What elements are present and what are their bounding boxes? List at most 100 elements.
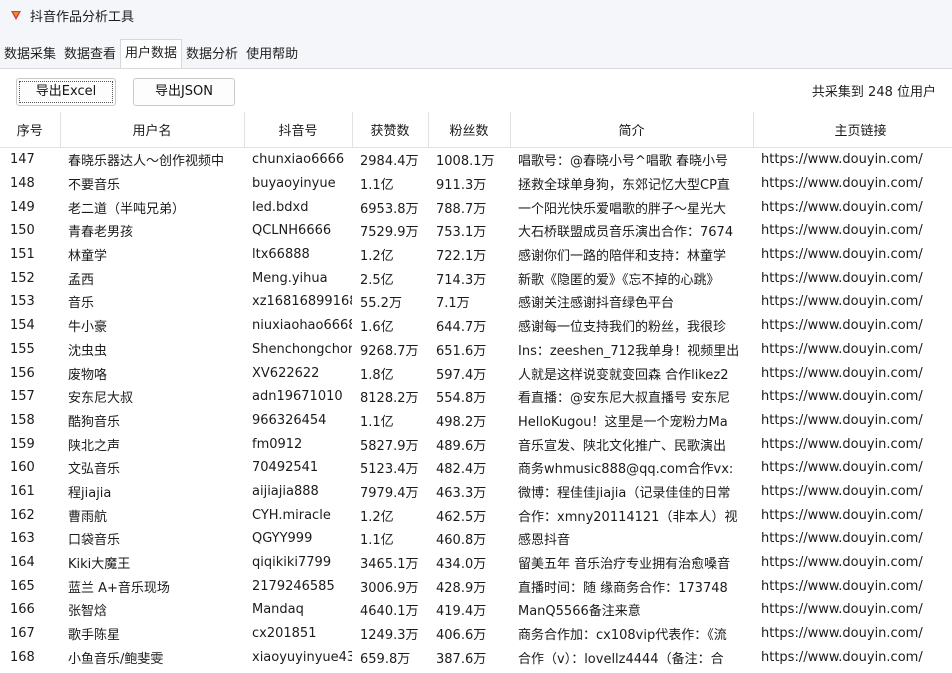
table-row[interactable]: 157 安东尼大叔 adn19671010 8128.2万 554.8万 看直播：@安东尼… xyxy=(0,385,952,409)
cell-username: 孟西 xyxy=(68,272,95,288)
cell-likes: 1.1亿 xyxy=(360,533,394,549)
table-row[interactable]: 161 程jiajia aijiajia888 7979.4万 463.3万 微博：程佳佳… xyxy=(0,480,952,504)
tab-user-data[interactable]: 用户数据 xyxy=(120,39,183,68)
cell-seq: 148 xyxy=(10,176,35,192)
table-row[interactable]: 166 张智焓 Mandaq 4640.1万 419.4万 ManQ5566备注来意 htt… xyxy=(0,598,952,622)
cell-douyin-id: led.bdxd xyxy=(252,199,309,215)
user-table-container[interactable]: 序号 用户名 抖音号 获赞数 粉丝数 简介 主页链接 147 春晓乐器达人～创作视… xyxy=(0,112,952,673)
cell-douyin-id: buyaoyinyue xyxy=(252,176,336,192)
cell-username: 酷狗音乐 xyxy=(68,414,121,430)
export-json-button[interactable]: 导出JSON xyxy=(133,78,235,106)
cell-homepage: https://www.douyin.com/ xyxy=(761,578,923,594)
cell-bio: 人就是这样说变就变回森 合作likez2 xyxy=(518,367,729,383)
title-bar: 抖音作品分析工具 xyxy=(0,0,952,30)
cell-douyin-id: CYH.miracle xyxy=(252,507,331,523)
cell-homepage: https://www.douyin.com/ xyxy=(761,199,923,215)
tab-data-view[interactable]: 数据查看 xyxy=(60,42,120,68)
cell-username: 程jiajia xyxy=(68,485,112,501)
export-excel-button[interactable]: 导出Excel xyxy=(16,78,116,106)
header-likes[interactable]: 获赞数 xyxy=(352,112,429,148)
cell-bio: 看直播：@安东尼大叔直播号 安东尼 xyxy=(518,391,731,407)
header-douyin-id[interactable]: 抖音号 xyxy=(244,112,353,148)
table-row[interactable]: 155 沈虫虫 Shenchongchon 9268.7万 651.6万 Ins：zees… xyxy=(0,338,952,362)
cell-followers: 7.1万 xyxy=(436,296,470,312)
tab-data-collection[interactable]: 数据采集 xyxy=(0,42,60,68)
cell-followers: 722.1万 xyxy=(436,249,487,265)
cell-bio: ManQ5566备注来意 xyxy=(518,604,641,620)
cell-username: 张智焓 xyxy=(68,604,108,620)
cell-seq: 157 xyxy=(10,389,35,405)
cell-seq: 151 xyxy=(10,247,35,263)
cell-bio: 感谢关注感谢抖音绿色平台 xyxy=(518,296,675,312)
cell-homepage: https://www.douyin.com/ xyxy=(761,626,923,642)
tab-help[interactable]: 使用帮助 xyxy=(242,42,302,68)
cell-followers: 419.4万 xyxy=(436,604,487,620)
table-row[interactable]: 163 口袋音乐 QGYY999 1.1亿 460.8万 感恩抖音 https://www.… xyxy=(0,527,952,551)
cell-bio: 一个阳光快乐爱唱歌的胖子～星光大 xyxy=(518,201,727,217)
cell-homepage: https://www.douyin.com/ xyxy=(761,531,923,547)
table-row[interactable]: 154 牛小豪 niuxiaohao6668 1.6亿 644.7万 感谢每一位支持我们的… xyxy=(0,314,952,338)
table-row[interactable]: 152 孟西 Meng.yihua 2.5亿 714.3万 新歌《隐匿的爱》《忘不掉的心跳… xyxy=(0,266,952,290)
cell-username: 林童学 xyxy=(68,249,108,265)
header-bio[interactable]: 简介 xyxy=(510,112,754,148)
cell-followers: 911.3万 xyxy=(436,178,487,194)
cell-homepage: https://www.douyin.com/ xyxy=(761,649,923,665)
cell-followers: 482.4万 xyxy=(436,462,487,478)
cell-likes: 2984.4万 xyxy=(360,154,419,170)
cell-homepage: https://www.douyin.com/ xyxy=(761,555,923,571)
table-row[interactable]: 149 老二道（半吨兄弟） led.bdxd 6953.8万 788.7万 一个阳光快乐爱… xyxy=(0,195,952,219)
cell-bio: 感谢你们一路的陪伴和支持：林童学 xyxy=(518,249,727,265)
cell-likes: 7529.9万 xyxy=(360,225,419,241)
cell-username: 老二道（半吨兄弟） xyxy=(68,201,186,217)
table-row[interactable]: 151 林童学 ltx66888 1.2亿 722.1万 感谢你们一路的陪伴和支持：林童学… xyxy=(0,243,952,267)
cell-bio: 拯救全球单身狗，东郊记忆大型CP直 xyxy=(518,178,730,194)
table-row[interactable]: 160 文弘音乐 70492541 5123.4万 482.4万 商务whmusic888… xyxy=(0,456,952,480)
cell-seq: 164 xyxy=(10,555,35,571)
header-followers[interactable]: 粉丝数 xyxy=(428,112,511,148)
cell-seq: 167 xyxy=(10,626,35,642)
cell-likes: 9268.7万 xyxy=(360,343,419,359)
cell-likes: 1.2亿 xyxy=(360,249,394,265)
cell-username: 蓝兰 A+音乐现场 xyxy=(68,580,170,596)
cell-douyin-id: QGYY999 xyxy=(252,531,313,547)
table-row[interactable]: 156 废物咯 XV622622 1.8亿 597.4万 人就是这样说变就变回森 合作li… xyxy=(0,361,952,385)
window-title: 抖音作品分析工具 xyxy=(30,9,135,25)
cell-seq: 152 xyxy=(10,270,35,286)
cell-seq: 149 xyxy=(10,199,35,215)
cell-seq: 158 xyxy=(10,412,35,428)
cell-likes: 1.1亿 xyxy=(360,414,394,430)
tab-data-analysis[interactable]: 数据分析 xyxy=(182,42,242,68)
cell-bio: 感恩抖音 xyxy=(518,533,571,549)
table-row[interactable]: 150 青春老男孩 QCLNH6666 7529.9万 753.1万 大石桥联盟成员音乐演… xyxy=(0,219,952,243)
cell-username: 春晓乐器达人～创作视频中 xyxy=(68,154,225,170)
cell-username: 曹雨航 xyxy=(68,509,108,525)
table-row[interactable]: 162 曹雨航 CYH.miracle 1.2亿 462.5万 合作：xmny201141… xyxy=(0,503,952,527)
cell-followers: 788.7万 xyxy=(436,201,487,217)
header-seq[interactable]: 序号 xyxy=(0,112,61,148)
cell-douyin-id: aijiajia888 xyxy=(252,483,319,499)
cell-username: 口袋音乐 xyxy=(68,533,121,549)
table-row[interactable]: 165 蓝兰 A+音乐现场 2179246585 3006.9万 428.9万 直播时间：… xyxy=(0,574,952,598)
table-row[interactable]: 153 音乐 xz16816899168 55.2万 7.1万 感谢关注感谢抖音绿色平台 h… xyxy=(0,290,952,314)
table-row[interactable]: 158 酷狗音乐 966326454 1.1亿 498.2万 HelloKugou！这里是… xyxy=(0,409,952,433)
cell-homepage: https://www.douyin.com/ xyxy=(761,460,923,476)
cell-likes: 7979.4万 xyxy=(360,485,419,501)
table-row[interactable]: 159 陕北之声 fm0912 5827.9万 489.6万 音乐宣发、陕北文化推广、民歌… xyxy=(0,432,952,456)
cell-seq: 147 xyxy=(10,152,35,168)
cell-homepage: https://www.douyin.com/ xyxy=(761,270,923,286)
cell-bio: 商务whmusic888@qq.com合作vx: xyxy=(518,462,734,478)
cell-douyin-id: Mandaq xyxy=(252,602,304,618)
table-row[interactable]: 148 不要音乐 buyaoyinyue 1.1亿 911.3万 拯救全球单身狗，东郊记忆… xyxy=(0,172,952,196)
cell-likes: 659.8万 xyxy=(360,651,411,667)
cell-douyin-id: cx201851 xyxy=(252,626,317,642)
table-row[interactable]: 167 歌手陈星 cx201851 1249.3万 406.6万 商务合作加：cx108v… xyxy=(0,622,952,646)
cell-username: 音乐 xyxy=(68,296,95,312)
cell-username: 牛小豪 xyxy=(68,320,108,336)
table-row[interactable]: 168 小鱼音乐/鲍斐雯 xiaoyuyinyue43 659.8万 387.6万 合作（… xyxy=(0,645,952,669)
table-row[interactable]: 164 Kiki大魔王 qiqikiki7799 3465.1万 434.0万 留美五年 … xyxy=(0,551,952,575)
header-homepage[interactable]: 主页链接 xyxy=(753,112,952,148)
header-username[interactable]: 用户名 xyxy=(60,112,245,148)
cell-bio: 微博：程佳佳jiajia（记录佳佳的日常 xyxy=(518,485,731,501)
table-row[interactable]: 147 春晓乐器达人～创作视频中 chunxiao6666 2984.4万 1008.1… xyxy=(0,148,952,172)
cell-douyin-id: xz16816899168 xyxy=(252,294,352,310)
